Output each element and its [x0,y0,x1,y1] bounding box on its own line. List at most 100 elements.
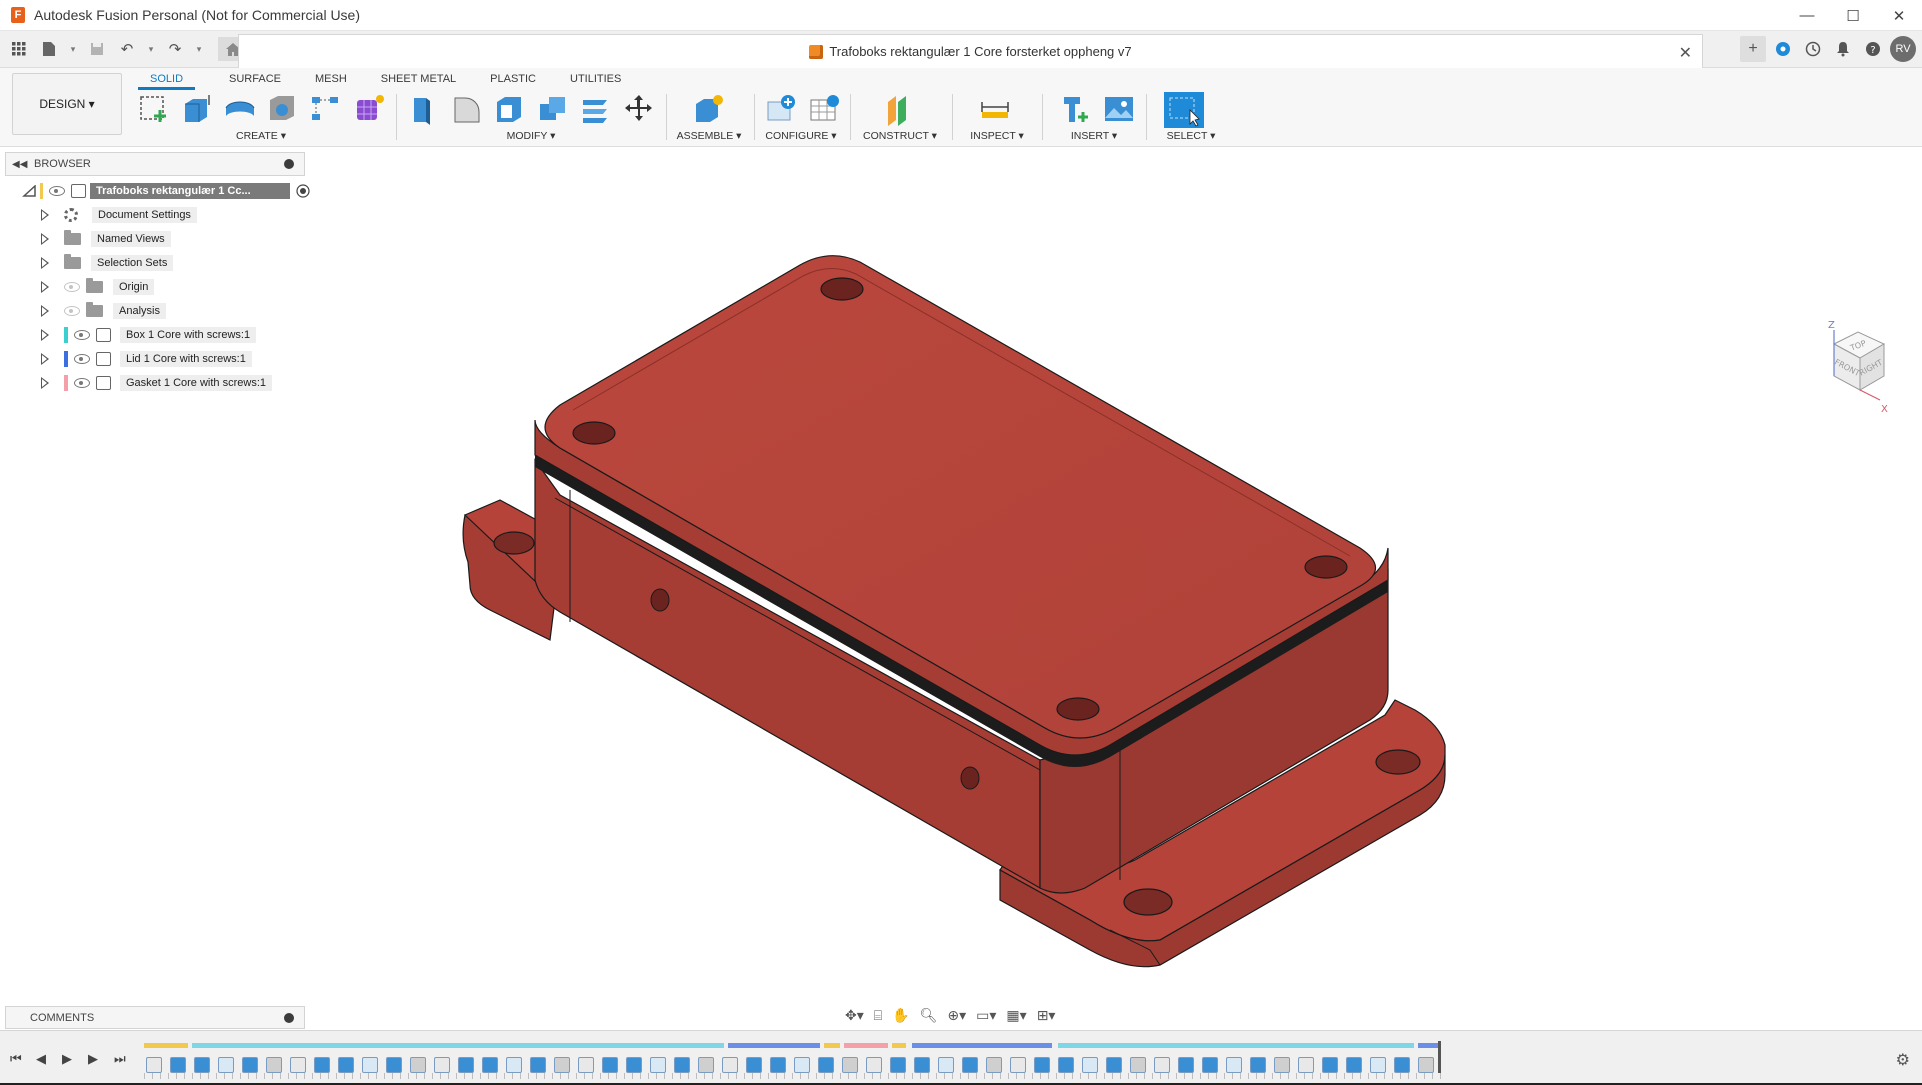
timeline-feature-icon[interactable] [1178,1057,1194,1073]
timeline-feature-icon[interactable] [506,1057,522,1073]
fillet-icon[interactable] [449,92,485,126]
insert-group-label[interactable]: INSERT ▾ [1046,130,1142,142]
visibility-eye-icon[interactable] [74,354,90,364]
tree-row-lid-component[interactable]: Lid 1 Core with screws:1 [40,349,252,369]
workspace-switcher-button[interactable]: DESIGN ▾ [12,73,122,135]
browser-pin-icon[interactable] [284,159,294,169]
timeline-feature-icon[interactable] [914,1057,930,1073]
timeline-feature-icon[interactable] [1082,1057,1098,1073]
insert-canvas-icon[interactable] [1101,92,1137,126]
timeline-feature-icon[interactable] [1130,1057,1146,1073]
browser-panel-header[interactable]: ◀◀ BROWSER [5,152,305,176]
save-icon[interactable] [84,37,110,61]
select-cursor-icon[interactable] [1164,92,1204,128]
timeline-feature-icon[interactable] [986,1057,1002,1073]
timeline-feature-icon[interactable] [458,1057,474,1073]
timeline-track[interactable] [144,1043,1444,1077]
timeline-feature-icon[interactable] [146,1057,162,1073]
expand-arrow-icon[interactable] [40,377,50,389]
grid-settings-icon[interactable]: ▦▾ [1006,1007,1026,1024]
timeline-feature-icon[interactable] [1394,1057,1410,1073]
tree-row-selection-sets[interactable]: Selection Sets [40,253,174,273]
view-cube[interactable]: TOP FRONT RIGHT Z X [1798,318,1894,414]
timeline-feature-icon[interactable] [1106,1057,1122,1073]
user-avatar[interactable]: RV [1890,36,1916,62]
close-tab-icon[interactable]: ✕ [1679,43,1692,63]
3d-viewport[interactable]: TOP FRONT RIGHT Z X [0,148,1922,1023]
expand-arrow-icon[interactable] [40,209,50,221]
timeline-feature-icon[interactable] [386,1057,402,1073]
revolve-icon[interactable] [222,92,258,126]
viewports-icon[interactable]: ⊞▾ [1037,1007,1056,1024]
visibility-eye-icon[interactable] [74,330,90,340]
help-icon[interactable]: ? [1860,36,1886,62]
expand-arrow-icon[interactable] [40,329,50,341]
undo-dropdown-icon[interactable]: ▾ [144,37,158,61]
configuration-table-icon[interactable] [807,92,843,126]
tree-item-label[interactable]: Selection Sets [91,255,174,271]
create-configuration-icon[interactable] [764,92,800,126]
tree-item-label[interactable]: Document Settings [92,207,197,223]
timeline-feature-icon[interactable] [698,1057,714,1073]
combine-icon[interactable] [535,92,571,126]
go-to-start-icon[interactable]: ⏮ [10,1051,24,1067]
timeline-feature-icon[interactable] [578,1057,594,1073]
tree-row-document-settings[interactable]: Document Settings [40,205,197,225]
timeline-feature-icon[interactable] [314,1057,330,1073]
file-dropdown-icon[interactable]: ▾ [66,37,80,61]
notifications-bell-icon[interactable] [1830,36,1856,62]
timeline-feature-icon[interactable] [602,1057,618,1073]
tree-item-label[interactable]: Box 1 Core with screws:1 [120,327,257,343]
timeline-feature-icon[interactable] [362,1057,378,1073]
timeline-feature-icon[interactable] [770,1057,786,1073]
timeline-feature-icon[interactable] [650,1057,666,1073]
close-window-button[interactable]: ✕ [1876,0,1922,31]
activate-radio-icon[interactable] [296,184,310,198]
hole-icon[interactable] [265,92,301,126]
tab-utilities[interactable]: UTILITIES [570,68,621,90]
timeline-feature-icon[interactable] [626,1057,642,1073]
enclosure-model[interactable] [0,148,1922,1023]
add-comment-icon[interactable] [284,1013,294,1023]
timeline-feature-icon[interactable] [1154,1057,1170,1073]
visibility-eye-icon[interactable] [49,186,65,196]
insert-mcmaster-icon[interactable] [1058,92,1094,126]
timeline-feature-icon[interactable] [1418,1057,1434,1073]
timeline-feature-icon[interactable] [866,1057,882,1073]
timeline-feature-icon[interactable] [482,1057,498,1073]
construct-group-label[interactable]: CONSTRUCT ▾ [856,130,944,142]
timeline-feature-icon[interactable] [242,1057,258,1073]
maximize-button[interactable]: ☐ [1830,0,1876,31]
collapse-browser-icon[interactable]: ◀◀ [12,159,27,170]
timeline-feature-icon[interactable] [746,1057,762,1073]
timeline-feature-icon[interactable] [1202,1057,1218,1073]
tree-item-label[interactable]: Origin [113,279,155,295]
create-form-icon[interactable] [351,92,387,126]
timeline-feature-icon[interactable] [818,1057,834,1073]
visibility-off-eye-icon[interactable] [64,282,80,292]
rectangular-pattern-icon[interactable] [308,92,344,126]
tree-item-label[interactable]: Analysis [113,303,166,319]
timeline-feature-icon[interactable] [938,1057,954,1073]
fit-zoom-icon[interactable]: ⊕▾ [947,1007,966,1024]
tree-row-origin[interactable]: Origin [40,277,155,297]
extensions-icon[interactable] [1770,36,1796,62]
tree-root-label[interactable]: Trafoboks rektangulær 1 Cc... [90,183,290,199]
create-group-label[interactable]: CREATE ▾ [136,130,386,142]
timeline-feature-icon[interactable] [1370,1057,1386,1073]
tree-item-label[interactable]: Lid 1 Core with screws:1 [120,351,252,367]
document-tab[interactable]: Trafoboks rektangulær 1 Core forsterket … [238,34,1703,68]
timeline-marker[interactable] [1438,1041,1441,1073]
create-sketch-icon[interactable] [136,92,172,126]
step-back-icon[interactable]: ◀ [36,1051,50,1067]
timeline-feature-icon[interactable] [170,1057,186,1073]
move-copy-icon[interactable] [621,92,657,126]
split-body-icon[interactable] [578,92,614,126]
pan-hand-icon[interactable]: ✋ [892,1007,909,1024]
expand-arrow-icon[interactable] [40,353,50,365]
display-settings-icon[interactable]: ▭▾ [976,1007,996,1024]
redo-icon[interactable]: ↷ [162,37,188,61]
timeline-feature-icon[interactable] [1250,1057,1266,1073]
tree-root-row[interactable]: Trafoboks rektangulær 1 Cc... [22,181,310,201]
shell-icon[interactable] [492,92,528,126]
